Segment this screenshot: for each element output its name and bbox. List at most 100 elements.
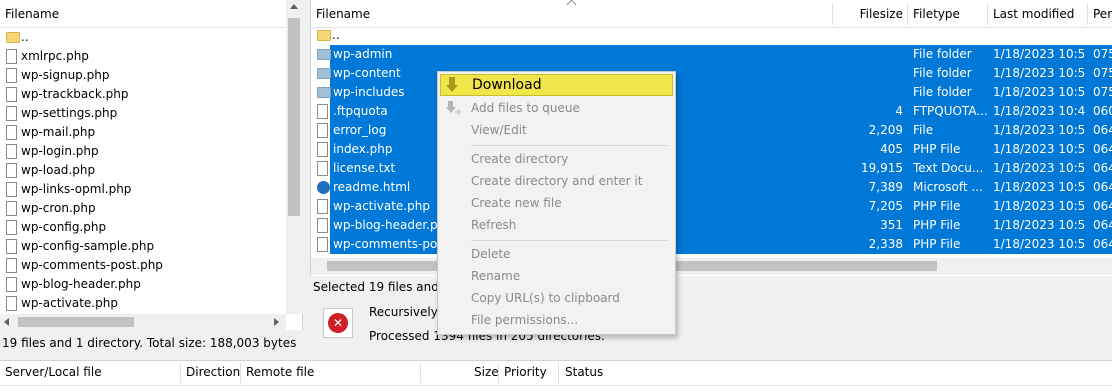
- remote-cell-size: [837, 45, 903, 64]
- scroll-left-icon[interactable]: [4, 318, 9, 326]
- local-file-row[interactable]: xmlrpc.php: [0, 47, 286, 66]
- file-icon: [6, 125, 17, 140]
- remote-modified-header[interactable]: Last modified: [993, 0, 1083, 28]
- remote-cell-size: 2,338: [868, 237, 903, 251]
- menu-item-create-directory[interactable]: Create directory: [471, 149, 568, 169]
- local-file-row[interactable]: wp-activate.php: [0, 294, 286, 312]
- remote-cell-date: 1/18/2023 10:5...: [993, 66, 1085, 80]
- remote-cell-perm: 075: [1093, 85, 1112, 99]
- scroll-right-icon[interactable]: [274, 318, 279, 326]
- local-file-row[interactable]: wp-trackback.php: [0, 85, 286, 104]
- file-icon: [317, 199, 328, 214]
- file-icon: [6, 49, 17, 64]
- remote-cell-perm: 064: [1093, 180, 1112, 194]
- menu-item-add-to-queue[interactable]: Add files to queue: [471, 98, 580, 118]
- file-icon: [6, 68, 17, 83]
- file-icon: [6, 296, 17, 311]
- local-file-name: ..: [21, 30, 29, 44]
- file-icon: [6, 144, 17, 159]
- folder-icon: [6, 32, 20, 43]
- remote-cell-name: wp-content: [333, 66, 401, 80]
- remote-cell-date: 1/18/2023 10:4...: [993, 104, 1085, 118]
- local-file-row[interactable]: wp-settings.php: [0, 104, 286, 123]
- remote-horizontal-scrollbar[interactable]: [311, 258, 1112, 275]
- remote-cell-perm: 064: [1093, 123, 1112, 137]
- scroll-up-icon[interactable]: [290, 4, 298, 9]
- remote-cell-perm: [1093, 26, 1112, 45]
- local-file-row[interactable]: wp-load.php: [0, 161, 286, 180]
- file-icon: [317, 218, 328, 233]
- local-status: 19 files and 1 directory. Total size: 18…: [2, 336, 297, 350]
- local-file-row[interactable]: wp-blog-header.php: [0, 275, 286, 294]
- remote-filename-header[interactable]: Filename: [316, 0, 616, 28]
- local-horizontal-scrollbar[interactable]: [0, 314, 286, 330]
- file-icon: [6, 220, 17, 235]
- cancel-icon: ✕: [328, 313, 348, 333]
- local-file-name: wp-config-sample.php: [21, 239, 155, 253]
- local-file-row[interactable]: wp-config.php: [0, 218, 286, 237]
- remote-cell-date: 1/18/2023 10:5...: [993, 199, 1085, 213]
- queue-header-server[interactable]: Server/Local file: [5, 365, 102, 379]
- file-icon: [6, 106, 17, 121]
- local-file-name: wp-mail.php: [21, 125, 96, 139]
- local-file-name: wp-blog-header.php: [21, 277, 141, 291]
- local-file-name: wp-login.php: [21, 144, 99, 158]
- file-icon: [6, 163, 17, 178]
- menu-item-delete[interactable]: Delete: [471, 244, 510, 264]
- remote-cell-name: wp-includes: [333, 85, 405, 99]
- remote-filetype-header[interactable]: Filetype: [913, 0, 983, 28]
- local-vertical-scrollbar[interactable]: [286, 0, 303, 314]
- menu-item-create-directory-enter[interactable]: Create directory and enter it: [471, 171, 642, 191]
- folder-icon: [317, 87, 331, 98]
- local-file-row[interactable]: ..: [0, 28, 286, 47]
- queue-header-size[interactable]: Size: [474, 365, 499, 379]
- remote-cell-name: ..: [332, 28, 340, 42]
- file-icon: [317, 123, 328, 138]
- remote-file-row[interactable]: wp-admin File folder 1/18/2023 10:5... 075: [317, 45, 1112, 64]
- remote-cell-type: PHP File: [913, 199, 961, 213]
- remote-filesize-header[interactable]: Filesize: [837, 0, 903, 28]
- local-file-name: wp-cron.php: [21, 201, 96, 215]
- queue-header-direction[interactable]: Direction: [186, 365, 240, 379]
- local-file-pane: Filename .. xmlrpc.php wp-signup.php wp-tra…: [0, 0, 303, 330]
- remote-cell-date: 1/18/2023 10:5...: [993, 85, 1085, 99]
- remote-cell-size: [837, 64, 903, 83]
- local-file-row[interactable]: wp-links-opml.php: [0, 180, 286, 199]
- local-file-row[interactable]: wp-mail.php: [0, 123, 286, 142]
- remote-cell-date: 1/18/2023 10:5...: [993, 123, 1085, 137]
- remote-cell-name: wp-admin: [333, 47, 393, 61]
- local-file-row[interactable]: wp-login.php: [0, 142, 286, 161]
- remote-cell-size: 405: [880, 142, 903, 156]
- remote-perm-header[interactable]: Per: [1093, 0, 1112, 28]
- remote-cell-type: File folder: [913, 85, 972, 99]
- menu-item-copy-url[interactable]: Copy URL(s) to clipboard: [471, 288, 620, 308]
- local-file-row[interactable]: wp-config-sample.php: [0, 237, 286, 256]
- remote-cell-type: Microsoft ...: [913, 180, 983, 194]
- remote-cell-type: Text Docu...: [913, 161, 984, 175]
- remote-cell-type: PHP File: [913, 218, 961, 232]
- local-filename-header[interactable]: Filename: [5, 0, 285, 28]
- scroll-thumb[interactable]: [288, 18, 300, 216]
- queue-header-status[interactable]: Status: [565, 365, 603, 379]
- queue-header-priority[interactable]: Priority: [504, 365, 547, 379]
- menu-item-create-new-file[interactable]: Create new file: [471, 193, 562, 213]
- queue-header-remote[interactable]: Remote file: [246, 365, 314, 379]
- local-file-row[interactable]: wp-comments-post.php: [0, 256, 286, 275]
- download-icon: [446, 77, 458, 93]
- folder-icon: [317, 49, 331, 60]
- remote-cell-size: 2,209: [868, 123, 903, 137]
- remote-cell-perm: 064: [1093, 142, 1112, 156]
- local-file-row[interactable]: wp-signup.php: [0, 66, 286, 85]
- remote-file-row[interactable]: ..: [311, 26, 1112, 45]
- cancel-button[interactable]: ✕: [323, 308, 353, 338]
- local-file-row[interactable]: wp-cron.php: [0, 199, 286, 218]
- menu-item-file-permissions[interactable]: File permissions...: [471, 310, 578, 330]
- remote-file-list: .. wp-admin File folder 1/18/2023 10:5... 07…: [311, 26, 1112, 258]
- remote-cell-size: 4: [895, 104, 903, 118]
- menu-item-view-edit[interactable]: View/Edit: [471, 120, 527, 140]
- file-icon: [6, 258, 17, 273]
- menu-item-download[interactable]: Download: [472, 74, 542, 94]
- menu-item-refresh[interactable]: Refresh: [471, 215, 516, 235]
- menu-item-rename[interactable]: Rename: [471, 266, 520, 286]
- scroll-thumb[interactable]: [18, 317, 134, 327]
